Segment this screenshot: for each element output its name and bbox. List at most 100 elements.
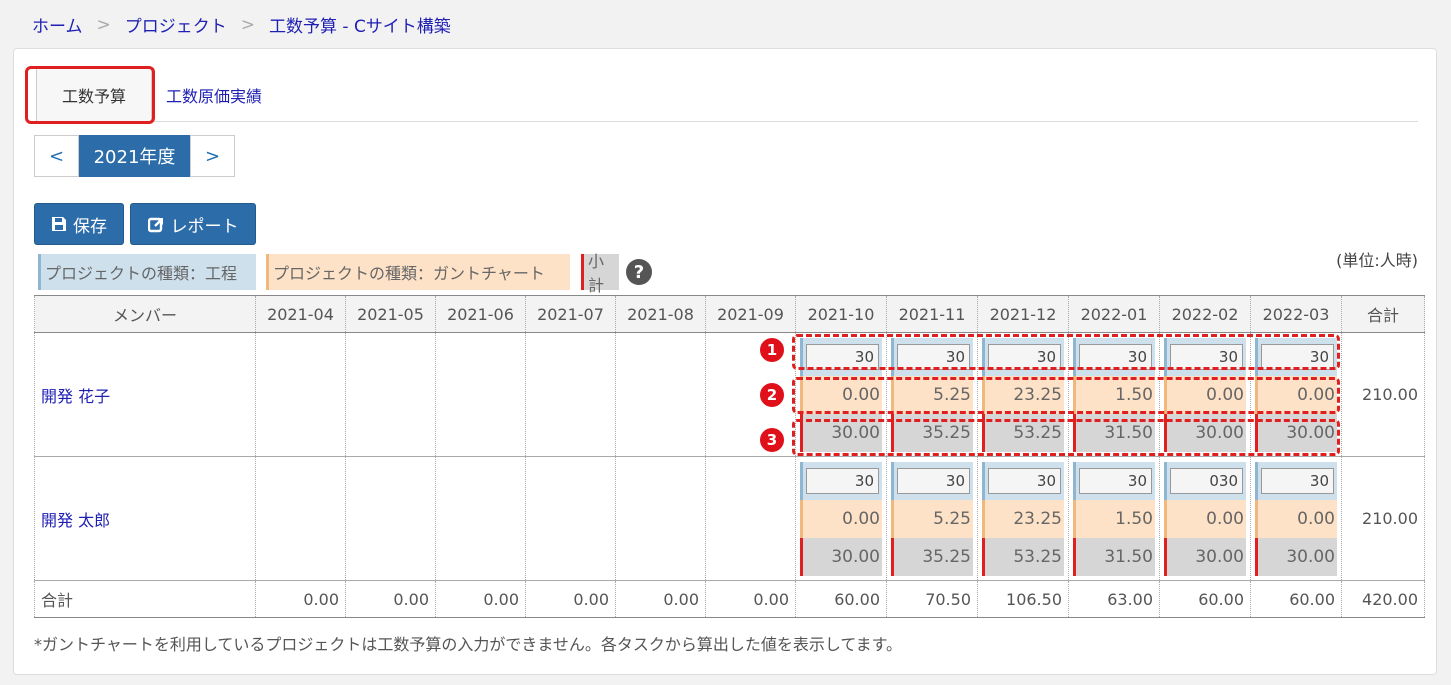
footnote: *ガントチャートを利用しているプロジェクトは工数予算の入力ができません。各タスク… xyxy=(34,635,903,654)
save-icon xyxy=(52,217,66,231)
month-total: 0.00 xyxy=(525,580,616,618)
cell-stack: 5.2535.25 xyxy=(887,461,977,576)
empty-month-cell xyxy=(345,456,436,581)
current-year: 2021年度 xyxy=(79,135,190,177)
total-row: 合計 0.00 0.00 0.00 0.00 0.00 0.00 60.00 70.50 106.… xyxy=(34,580,1425,618)
header-month: 2021-05 xyxy=(345,295,436,333)
budget-input-wrap xyxy=(1255,461,1337,500)
month-total: 60.00 xyxy=(1159,580,1251,618)
report-button[interactable]: レポート xyxy=(130,203,256,245)
tab-highlight-box xyxy=(25,66,155,124)
month-cell: 5.2535.25 xyxy=(886,456,978,581)
empty-month-cell xyxy=(345,332,436,457)
header-month: 2021-04 xyxy=(255,295,346,333)
budget-hours-input[interactable] xyxy=(806,467,879,494)
subtotal-hours-value: 30.00 xyxy=(800,537,882,576)
subtotal-hours-value: 35.25 xyxy=(891,537,973,576)
month-total: 0.00 xyxy=(345,580,436,618)
budget-input-wrap xyxy=(1073,461,1155,500)
cell-stack: 0.0030.00 xyxy=(1251,461,1341,576)
gantt-hours-value: 0.00 xyxy=(1164,499,1246,538)
header-member: メンバー xyxy=(34,295,256,333)
month-total: 63.00 xyxy=(1068,580,1160,618)
gantt-hours-value: 0.00 xyxy=(1255,499,1337,538)
main-panel: 工数予算 工数原価実績 < 2021年度 > 保存 レポート プロジェクトの種類… xyxy=(13,48,1437,675)
subtotal-hours-value: 30.00 xyxy=(1255,537,1337,576)
month-total: 0.00 xyxy=(705,580,796,618)
next-year-button[interactable]: > xyxy=(190,135,235,177)
breadcrumb-current[interactable]: 工数予算 - Cサイト構築 xyxy=(269,12,451,37)
report-label: レポート xyxy=(170,216,239,237)
legend-gantt: プロジェクトの種類：ガントチャート xyxy=(266,254,570,290)
gantt-hours-value: 0.00 xyxy=(800,499,882,538)
empty-month-cell xyxy=(525,456,616,581)
month-cell: 23.2553.25 xyxy=(977,456,1069,581)
subtotal-hours-value: 53.25 xyxy=(982,537,1064,576)
gantt-hours-value: 1.50 xyxy=(1073,499,1155,538)
header-month: 2021-09 xyxy=(705,295,796,333)
empty-month-cell xyxy=(525,332,616,457)
empty-month-cell xyxy=(615,456,706,581)
budget-hours-input[interactable] xyxy=(897,467,970,494)
member-total: 210.00 xyxy=(1341,456,1425,581)
budget-input-wrap xyxy=(800,461,882,500)
month-total: 106.50 xyxy=(977,580,1069,618)
breadcrumb-projects[interactable]: プロジェクト xyxy=(125,12,227,37)
legend-process: プロジェクトの種類：工程 xyxy=(38,254,256,290)
highlight-row-gantt xyxy=(792,377,1340,414)
breadcrumb: ホーム > プロジェクト > 工数予算 - Cサイト構築 xyxy=(32,12,451,38)
help-icon[interactable]: ? xyxy=(626,259,652,285)
table-row: 開発 太郎0.0030.005.2535.2523.2553.251.5031.… xyxy=(34,456,1425,581)
unit-label: (単位:人時) xyxy=(1336,251,1418,270)
month-cell: 0.0030.00 xyxy=(1159,456,1251,581)
breadcrumb-separator: > xyxy=(96,14,111,35)
header-month: 2021-12 xyxy=(977,295,1069,333)
month-cell: 1.5031.50 xyxy=(1068,456,1160,581)
budget-input-wrap xyxy=(1164,461,1246,500)
cell-stack: 1.5031.50 xyxy=(1069,461,1159,576)
empty-month-cell xyxy=(255,332,346,457)
save-button[interactable]: 保存 xyxy=(34,203,124,245)
breadcrumb-separator: > xyxy=(240,14,255,35)
marker-3: 3 xyxy=(758,426,786,454)
header-month: 2021-10 xyxy=(795,295,887,333)
header-total: 合計 xyxy=(1341,295,1425,333)
header-month: 2021-08 xyxy=(615,295,706,333)
budget-input-wrap xyxy=(891,461,973,500)
header-month: 2022-03 xyxy=(1250,295,1342,333)
month-total: 0.00 xyxy=(435,580,526,618)
gantt-hours-value: 23.25 xyxy=(982,499,1064,538)
header-month: 2022-02 xyxy=(1159,295,1251,333)
header-month: 2021-06 xyxy=(435,295,526,333)
member-name-link[interactable]: 開発 花子 xyxy=(34,332,256,457)
month-total: 70.50 xyxy=(886,580,978,618)
legend-subtotal: 小計 xyxy=(581,252,619,295)
budget-hours-input[interactable] xyxy=(1079,467,1152,494)
save-label: 保存 xyxy=(73,216,107,237)
year-navigator: < 2021年度 > xyxy=(34,135,235,177)
prev-year-button[interactable]: < xyxy=(34,135,79,177)
total-label: 合計 xyxy=(34,580,256,618)
month-total: 60.00 xyxy=(795,580,887,618)
month-total: 60.00 xyxy=(1250,580,1342,618)
empty-month-cell xyxy=(435,456,526,581)
month-total: 0.00 xyxy=(615,580,706,618)
month-total: 0.00 xyxy=(255,580,346,618)
external-link-icon xyxy=(147,217,163,232)
subtotal-hours-value: 30.00 xyxy=(1164,537,1246,576)
highlight-row-subtotal xyxy=(792,419,1340,456)
tab-actual-cost[interactable]: 工数原価実績 xyxy=(166,67,262,122)
tab-bar: 工数予算 工数原価実績 xyxy=(34,67,1418,122)
member-name-link[interactable]: 開発 太郎 xyxy=(34,456,256,581)
breadcrumb-home[interactable]: ホーム xyxy=(32,12,83,37)
empty-month-cell xyxy=(705,456,796,581)
marker-2: 2 xyxy=(758,381,786,409)
budget-hours-input[interactable] xyxy=(1170,467,1243,494)
month-cell: 0.0030.00 xyxy=(1250,456,1342,581)
header-month: 2021-11 xyxy=(886,295,978,333)
gantt-hours-value: 5.25 xyxy=(891,499,973,538)
header-month: 2021-07 xyxy=(525,295,616,333)
empty-month-cell xyxy=(615,332,706,457)
budget-hours-input[interactable] xyxy=(988,467,1061,494)
budget-hours-input[interactable] xyxy=(1261,467,1334,494)
